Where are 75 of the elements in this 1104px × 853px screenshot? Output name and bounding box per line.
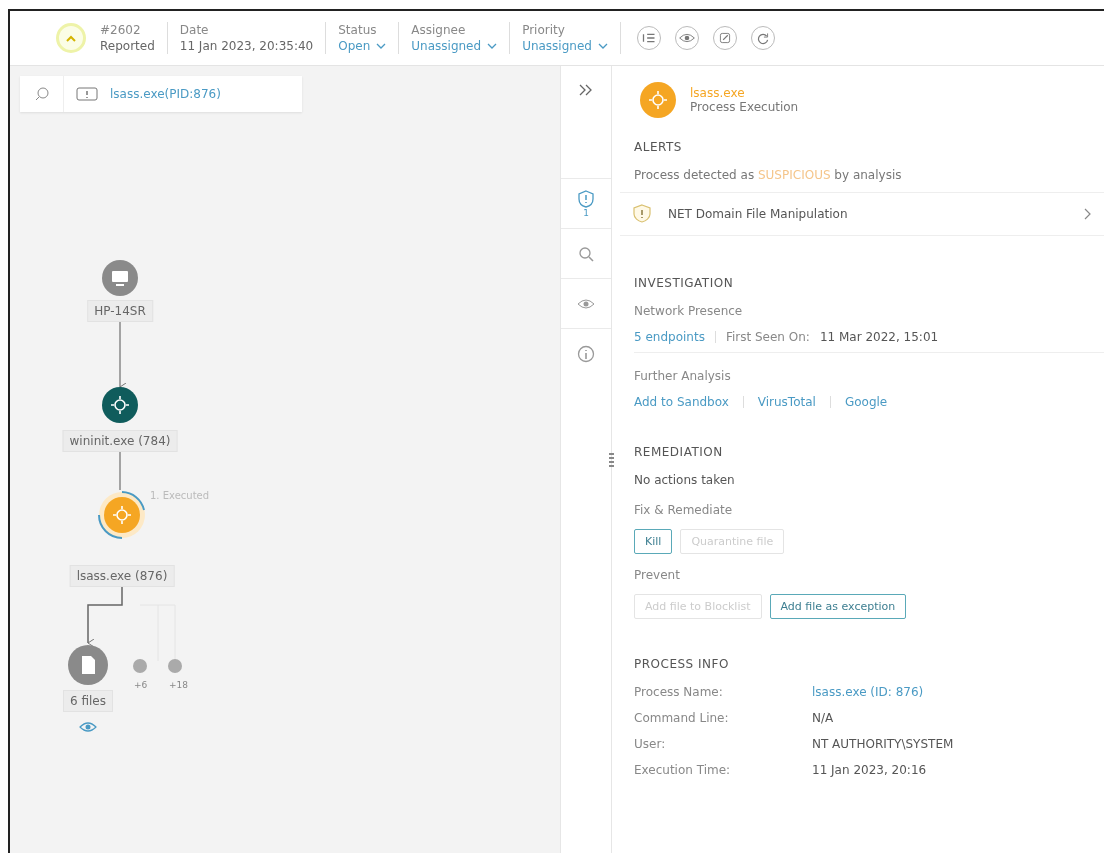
field-label: Network Presence [634, 304, 744, 318]
node-count: +6 [134, 680, 148, 690]
eye-icon[interactable] [79, 720, 97, 734]
node-label: 6 files [63, 690, 113, 712]
field-value: 11 Jan 2023, 20:35:40 [179, 38, 314, 54]
node-label: HP-14SR [87, 300, 153, 322]
computer-node[interactable] [102, 260, 138, 296]
connector-line [139, 604, 176, 662]
field-label: Process Name: [634, 685, 724, 699]
node-count: +18 [169, 680, 188, 690]
drag-handle-icon[interactable] [609, 452, 614, 468]
field-label: Fix & Remediate [634, 503, 734, 517]
field-label: Assignee [411, 22, 467, 38]
edge-label: 1. Executed [150, 490, 210, 501]
field-value: N/A [812, 711, 835, 725]
refresh-button[interactable] [750, 26, 775, 50]
section-heading: INVESTIGATION [634, 276, 735, 290]
collapsed-node[interactable] [133, 659, 147, 673]
process-node[interactable] [102, 387, 138, 423]
field-label: Command Line: [634, 711, 730, 725]
search-icon [33, 86, 50, 102]
chevron-right-icon [1084, 208, 1092, 220]
field-label: Date [179, 22, 210, 38]
alert-summary: Process detected as SUSPICIOUS by analysis [634, 168, 903, 182]
incident-number: #2602 [100, 22, 142, 38]
alert-row[interactable]: NET Domain File Manipulation [620, 192, 1104, 236]
field-value: 11 Mar 2022, 15:01 [819, 330, 939, 344]
analysis-link[interactable]: Google [844, 395, 888, 409]
alert-icon [76, 87, 98, 101]
field-value: NT AUTHORITY\SYSTEM [812, 737, 955, 751]
shield-icon [632, 204, 652, 224]
list-button[interactable] [636, 26, 661, 50]
chevron-down-icon [487, 43, 498, 49]
expand-icon[interactable] [579, 84, 593, 96]
collapsed-node[interactable] [168, 659, 182, 673]
process-link[interactable]: lsass.exe (ID: 876) [812, 685, 1104, 699]
field-label: First Seen On: [725, 330, 810, 344]
field-label: Priority [522, 22, 566, 38]
section-heading: PROCESS INFO [634, 657, 730, 671]
file-node[interactable] [68, 645, 108, 685]
incident-state: Reported [100, 38, 155, 54]
incident-status-icon [56, 23, 86, 53]
edit-button[interactable] [712, 26, 737, 50]
magnifier-icon [577, 244, 595, 263]
process-title: lsass.exe [690, 86, 746, 100]
analysis-link[interactable]: VirusTotal [757, 395, 816, 409]
remediation-status: No actions taken [634, 473, 736, 487]
action-button[interactable]: Kill [634, 529, 673, 554]
process-subtitle: Process Execution [690, 100, 799, 114]
node-label: lsass.exe (876) [69, 565, 175, 587]
endpoints-link[interactable]: 5 endpoints [634, 330, 705, 344]
field-label: Execution Time: [634, 763, 732, 777]
chevron-down-icon [597, 43, 608, 49]
eye-button[interactable] [674, 26, 699, 50]
analysis-link[interactable]: Add to Sandbox [634, 395, 729, 409]
info-icon [577, 344, 595, 363]
gear-icon [647, 89, 669, 111]
field-dropdown[interactable]: Open [338, 38, 387, 54]
connector-arrow [87, 586, 123, 648]
field-label: Further Analysis [634, 369, 732, 383]
side-tab[interactable]: 1 [561, 178, 611, 228]
field-label: Prevent [634, 568, 681, 582]
field-label: Status [338, 22, 378, 38]
field-dropdown[interactable]: Unassigned [411, 38, 498, 54]
section-heading: REMEDIATION [634, 445, 724, 459]
field-dropdown[interactable]: Unassigned [522, 38, 608, 54]
shield-icon [577, 189, 595, 208]
chevron-down-icon [376, 43, 387, 49]
section-heading: ALERTS [634, 140, 683, 154]
connector-line [119, 451, 121, 491]
field-label: User: [634, 737, 667, 751]
node-label: wininit.exe (784) [62, 430, 178, 452]
field-value: 11 Jan 2023, 20:16 [812, 763, 928, 777]
action-button[interactable]: Add file as exception [769, 594, 907, 619]
process-link[interactable]: lsass.exe(PID:876) [110, 87, 221, 101]
